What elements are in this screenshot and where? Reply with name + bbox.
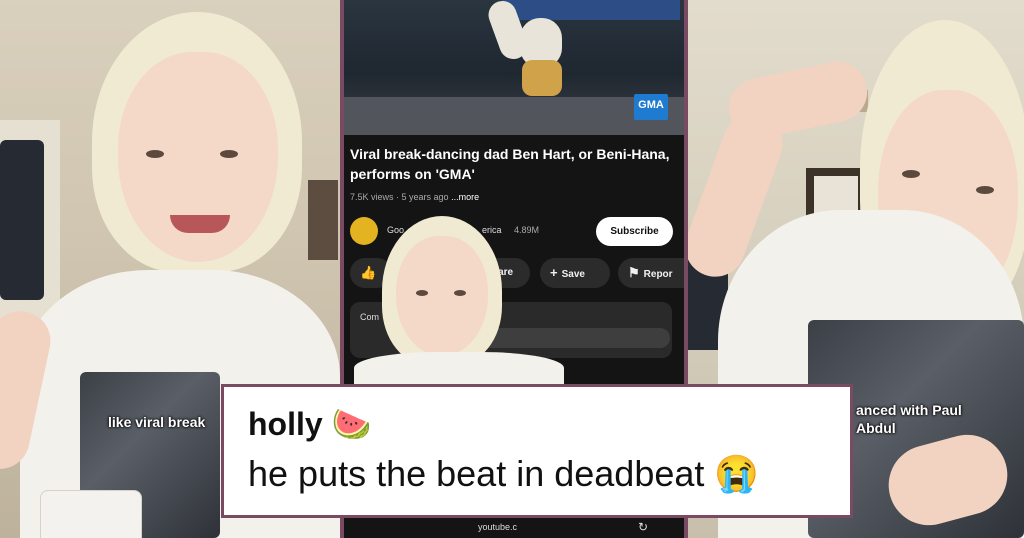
channel-avatar[interactable] [350,217,378,245]
comment-body: he puts the beat in deadbeat [248,453,705,494]
more-link[interactable]: ...more [451,192,479,202]
caption-right-line2: Abdul [856,420,896,436]
comment-text: he puts the beat in deadbeat 😭 [248,453,759,495]
eye [976,186,994,194]
save-button[interactable]: + Save [540,258,610,288]
channel-name[interactable]: Goo [387,225,404,235]
caption-right-line1: anced with Paul [856,402,962,418]
dancer-shorts [522,60,562,96]
smile [170,215,230,233]
caption-left: like viral break [108,414,206,430]
comments-preview [470,328,670,348]
eye [146,150,164,158]
comments-label: Com [360,312,380,322]
eye [220,150,238,158]
plus-icon: + [550,265,558,280]
refresh-icon[interactable]: ↻ [638,520,648,534]
video-player[interactable]: GMA [344,0,684,135]
save-label: Save [561,269,585,280]
video-meta[interactable]: 7.5K views · 5 years ago ...more [350,192,479,202]
eye [902,170,920,178]
stage-floor [344,97,684,135]
report-label: Repor [643,269,673,280]
watermelon-icon: 🍉 [331,406,372,442]
comment-username: holly 🍉 [248,405,371,443]
hanging-jacket [0,140,44,300]
comment-card: holly 🍉 he puts the beat in deadbeat 😭 [221,384,853,518]
crying-face-icon: 😭 [714,453,760,494]
flag-icon: ⚑ [628,265,640,280]
channel-name-tail[interactable]: erica [482,225,502,235]
overlay-face [396,236,488,356]
username-text: holly [248,406,323,442]
coffee-cup [40,490,142,538]
overlay-eye [416,290,428,296]
report-button[interactable]: ⚑ Repor [618,258,684,288]
subscribe-button[interactable]: Subscribe [596,217,673,246]
wall-frame [308,180,338,260]
video-title: Viral break-dancing dad Ben Hart, or Ben… [350,146,670,182]
overlay-eye [454,290,466,296]
gma-logo: GMA [634,94,668,120]
view-count: 7.5K views · 5 years ago [350,192,449,202]
thumbs-up-icon: 👍 [360,265,377,280]
subscriber-count: 4.89M [514,225,540,235]
url-text: youtube.c [478,522,518,532]
scoreboard [502,0,680,20]
